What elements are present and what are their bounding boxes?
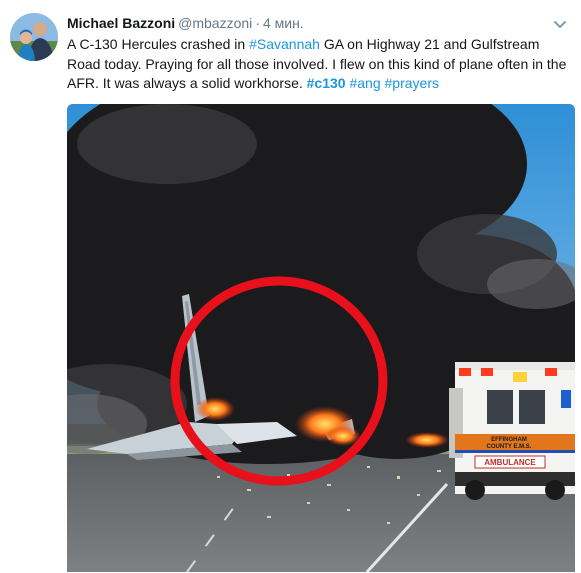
ambulance-label-1: EFFINGHAM (491, 437, 527, 443)
ambulance-label-2: COUNTY E.M.S. (487, 444, 532, 450)
separator: · (255, 15, 260, 31)
timestamp[interactable]: 4 мин. (263, 15, 304, 31)
text-part: A C-130 Hercules crashed in (67, 36, 250, 52)
tweet-photo[interactable]: EFFINGHAM COUNTY E.M.S. AMBULANCE (67, 104, 575, 572)
hashtag-ang[interactable]: #ang (349, 75, 380, 91)
ambulance: EFFINGHAM COUNTY E.M.S. AMBULANCE (449, 362, 575, 500)
hashtag-c130[interactable]: #c130 (307, 75, 346, 91)
hashtag-savannah[interactable]: #Savannah (249, 36, 320, 52)
author-handle[interactable]: @mbazzoni (178, 15, 252, 31)
avatar[interactable] (10, 13, 58, 61)
ambulance-label-3: AMBULANCE (484, 458, 536, 467)
tweet-text: A C-130 Hercules crashed in #Savannah GA… (67, 35, 572, 94)
author-name[interactable]: Michael Bazzoni (67, 15, 175, 31)
hashtag-prayers[interactable]: #prayers (385, 75, 439, 91)
tweet-header: Michael Bazzoni @mbazzoni · 4 мин. (67, 13, 304, 33)
chevron-down-icon[interactable] (553, 17, 567, 28)
tweet[interactable]: Michael Bazzoni @mbazzoni · 4 мин. A C-130 … (0, 0, 581, 573)
